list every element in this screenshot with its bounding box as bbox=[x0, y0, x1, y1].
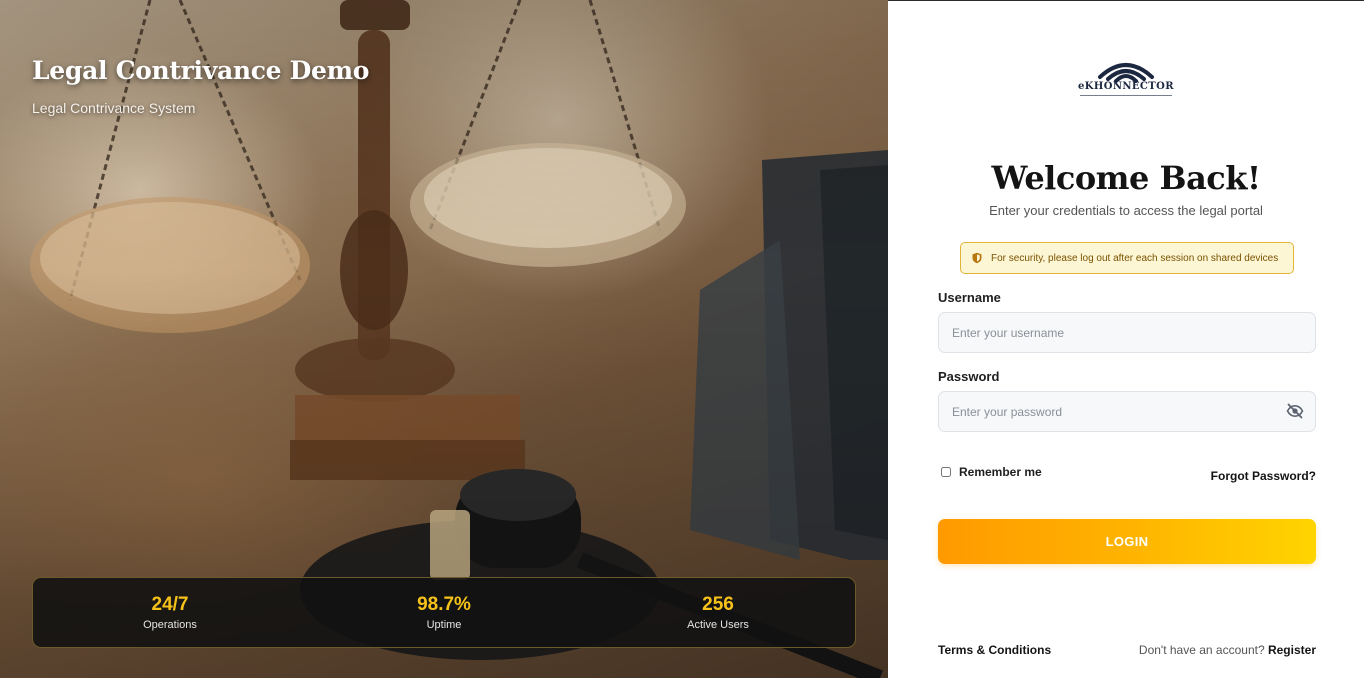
stat-operations: 24/7 Operations bbox=[33, 578, 307, 647]
login-panel: eKHONNECTOR Welcome Back! Enter your cre… bbox=[888, 0, 1364, 678]
shield-icon bbox=[971, 252, 983, 264]
password-input[interactable] bbox=[938, 391, 1316, 432]
register-prompt: Don't have an account? Register bbox=[1139, 643, 1316, 657]
hero-title: Legal Contrivance Demo bbox=[32, 56, 370, 85]
forgot-password-link[interactable]: Forgot Password? bbox=[1211, 469, 1316, 483]
wifi-signal-icon bbox=[1098, 63, 1154, 83]
hero-subtitle: Legal Contrivance System bbox=[32, 100, 196, 116]
stat-label: Uptime bbox=[426, 619, 462, 631]
security-notice-text: For security, please log out after each … bbox=[991, 252, 1279, 264]
stats-bar: 24/7 Operations 98.7% Uptime 256 Active … bbox=[32, 577, 856, 648]
username-label: Username bbox=[938, 290, 1001, 305]
stat-label: Active Users bbox=[687, 619, 749, 631]
remember-me-label: Remember me bbox=[959, 465, 1042, 479]
register-link[interactable]: Register bbox=[1268, 643, 1316, 657]
stat-value: 24/7 bbox=[151, 594, 189, 615]
hero-panel: Legal Contrivance Demo Legal Contrivance… bbox=[0, 0, 888, 678]
welcome-heading: Welcome Back! bbox=[991, 159, 1261, 197]
account-prompt-text: Don't have an account? bbox=[1138, 643, 1265, 657]
username-input[interactable] bbox=[938, 312, 1316, 353]
logo-text: eKHONNECTOR bbox=[1078, 81, 1174, 92]
brand-logo: eKHONNECTOR bbox=[1074, 57, 1178, 99]
logo-underline bbox=[1080, 95, 1172, 96]
stat-uptime: 98.7% Uptime bbox=[307, 578, 581, 647]
stat-active-users: 256 Active Users bbox=[581, 578, 855, 647]
password-label: Password bbox=[938, 369, 1000, 384]
security-notice: For security, please log out after each … bbox=[960, 242, 1294, 274]
welcome-subheading: Enter your credentials to access the leg… bbox=[989, 203, 1263, 218]
remember-me[interactable]: Remember me bbox=[941, 465, 1042, 479]
stat-label: Operations bbox=[143, 619, 197, 631]
stat-value: 256 bbox=[702, 594, 734, 615]
terms-link[interactable]: Terms & Conditions bbox=[938, 643, 1051, 657]
remember-me-checkbox[interactable] bbox=[941, 467, 951, 477]
eye-off-icon[interactable] bbox=[1286, 403, 1304, 419]
login-button[interactable]: LOGIN bbox=[938, 519, 1316, 564]
stat-value: 98.7% bbox=[417, 594, 471, 615]
